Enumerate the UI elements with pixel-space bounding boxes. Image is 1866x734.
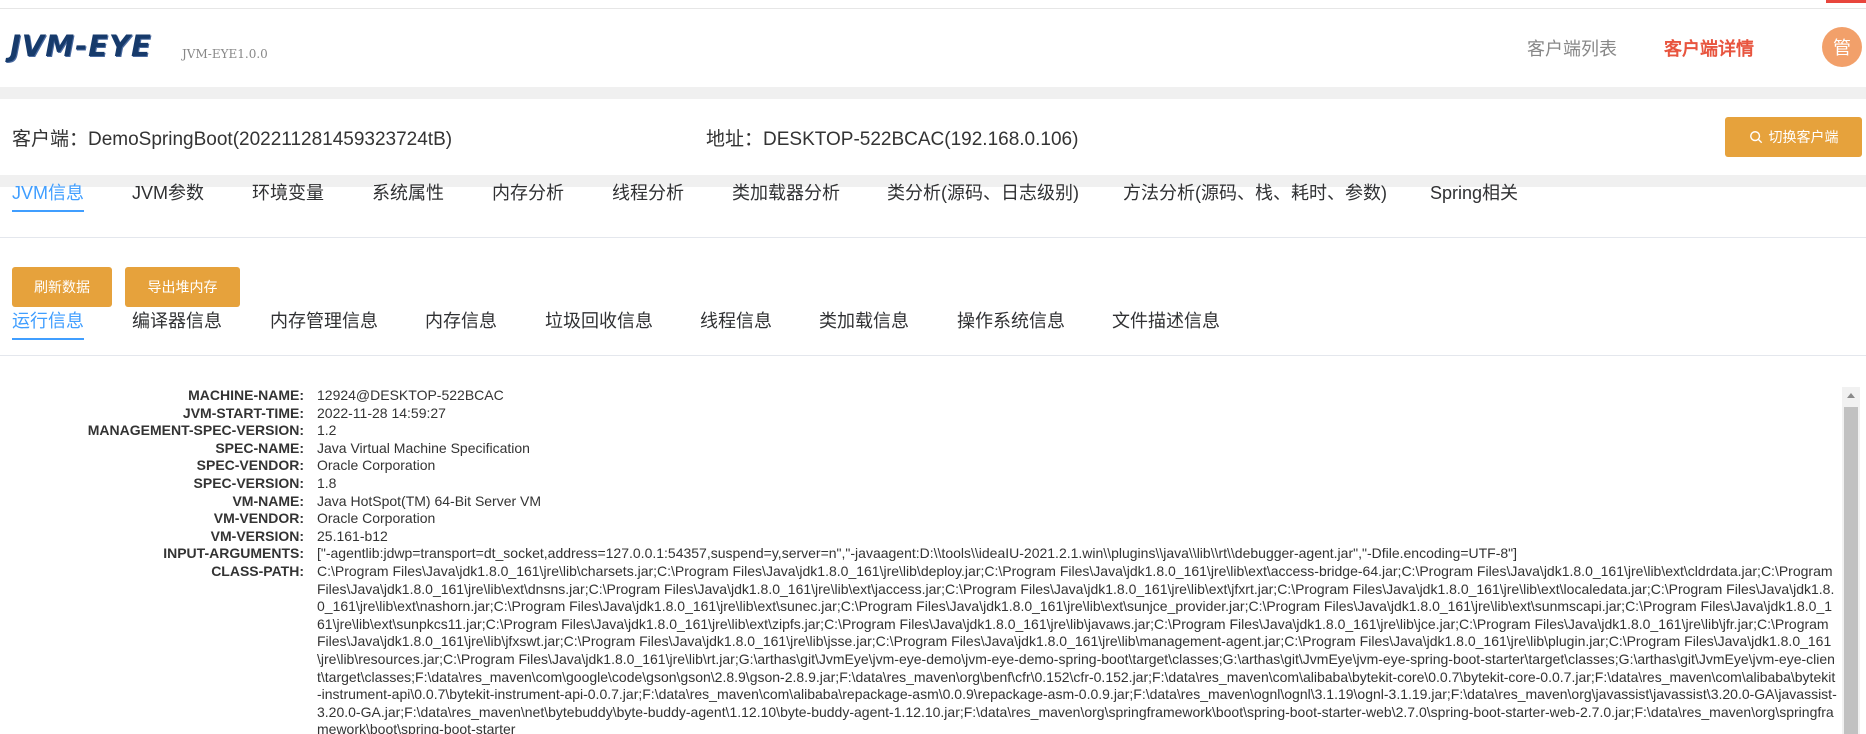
property-key: VM-VERSION: (210, 527, 304, 544)
top-accent-mark (1826, 0, 1866, 3)
switch-client-label: 切换客户端 (1768, 129, 1839, 145)
client-address: 地址：DESKTOP-522BCAC(192.168.0.106) (706, 129, 1079, 150)
property-value: 2022-11-28 14:59:27 (317, 404, 446, 421)
property-key: INPUT-ARGUMENTS: (163, 545, 304, 562)
property-key: SPEC-VENDOR: (196, 457, 304, 474)
property-value: Oracle Corporation (317, 457, 436, 474)
subtab-file-descriptor[interactable]: 文件描述信息 (1112, 307, 1220, 333)
property-value: 1.2 (317, 422, 337, 439)
property-key: CLASS-PATH: (211, 562, 304, 579)
property-value: C:\Program Files\Java\jdk1.8.0_161\jre\l… (317, 562, 1837, 734)
property-value: ["-agentlib:jdwp=transport=dt_socket,add… (317, 545, 1518, 562)
subtab-classloading[interactable]: 类加载信息 (819, 307, 909, 333)
property-row: VM-VENDOR: Oracle Corporation (0, 510, 1838, 528)
top-strip (0, 0, 1866, 9)
nav-client-list[interactable]: 客户端列表 (1527, 35, 1617, 61)
property-row: INPUT-ARGUMENTS: ["-agentlib:jdwp=transpo… (0, 545, 1838, 563)
subtab-memory-management[interactable]: 内存管理信息 (270, 307, 378, 333)
subtab-memory[interactable]: 内存信息 (425, 307, 497, 333)
properties-scrollbar[interactable] (1842, 387, 1860, 734)
avatar[interactable]: 管 (1822, 27, 1862, 67)
app-header: JVM-EYE JVM-EYE1.0.0 客户端列表 客户端详情 管 (0, 9, 1866, 87)
property-row: CLASS-PATH: C:\Program Files\Java\jdk1.8.… (0, 563, 1838, 734)
subtab-runtime[interactable]: 运行信息 (12, 307, 84, 340)
property-value: Oracle Corporation (317, 510, 436, 527)
tab-system-props[interactable]: 系统属性 (372, 179, 444, 205)
property-key: SPEC-NAME: (215, 439, 304, 456)
property-key: SPEC-VERSION: (193, 474, 304, 491)
property-row: SPEC-NAME: Java Virtual Machine Specifica… (0, 440, 1838, 458)
property-value: 12924@DESKTOP-522BCAC (317, 387, 504, 403)
tab-jvm-info[interactable]: JVM信息 (12, 179, 84, 212)
switch-client-button[interactable]: 切换客户端 (1725, 117, 1862, 157)
property-row: MANAGEMENT-SPEC-VERSION: 1.2 (0, 422, 1838, 440)
app-version: JVM-EYE1.0.0 (182, 47, 268, 61)
client-info-bar: 客户端：DemoSpringBoot(202211281459323724tB)… (0, 99, 1866, 175)
tab-method-analysis[interactable]: 方法分析(源码、栈、耗时、参数) (1123, 179, 1387, 205)
tab-spring[interactable]: Spring相关 (1430, 179, 1518, 205)
tab-env-vars[interactable]: 环境变量 (252, 179, 324, 205)
property-value: 1.8 (317, 474, 337, 491)
client-name: 客户端：DemoSpringBoot(202211281459323724tB) (12, 129, 453, 150)
property-key: MANAGEMENT-SPEC-VERSION: (87, 422, 304, 439)
property-value: Java Virtual Machine Specification (317, 439, 530, 456)
subtab-thread[interactable]: 线程信息 (700, 307, 772, 333)
subtab-compiler[interactable]: 编译器信息 (132, 307, 222, 333)
property-key: JVM-START-TIME: (182, 404, 304, 421)
scroll-up-arrow[interactable] (1847, 393, 1855, 398)
nav-client-detail[interactable]: 客户端详情 (1664, 35, 1754, 61)
runtime-properties: MACHINE-NAME: 12924@DESKTOP-522BCAC JVM-S… (0, 387, 1838, 734)
property-row: SPEC-VENDOR: Oracle Corporation (0, 457, 1838, 475)
property-row: MACHINE-NAME: 12924@DESKTOP-522BCAC (0, 387, 1838, 405)
property-key: VM-VENDOR: (213, 510, 304, 527)
tab-classloader-analysis[interactable]: 类加载器分析 (732, 179, 840, 205)
scroll-thumb[interactable] (1844, 407, 1858, 734)
tab-memory-analysis[interactable]: 内存分析 (492, 179, 564, 205)
app-logo: JVM-EYE (10, 29, 152, 63)
subtab-os[interactable]: 操作系统信息 (957, 307, 1065, 333)
tab-jvm-params[interactable]: JVM参数 (132, 179, 204, 205)
main-tabs: JVM信息 JVM参数 环境变量 系统属性 内存分析 线程分析 类加载器分析 类… (0, 183, 1866, 238)
property-row: VM-VERSION: 25.161-b12 (0, 528, 1838, 546)
property-row: VM-NAME: Java HotSpot(TM) 64-Bit Server V… (0, 493, 1838, 511)
subtab-gc[interactable]: 垃圾回收信息 (545, 307, 653, 333)
property-key: MACHINE-NAME: (188, 387, 304, 403)
main-panel: JVM信息 JVM参数 环境变量 系统属性 内存分析 线程分析 类加载器分析 类… (0, 183, 1866, 734)
property-value: Java HotSpot(TM) 64-Bit Server VM (317, 492, 542, 509)
tab-class-analysis[interactable]: 类分析(源码、日志级别) (887, 179, 1079, 205)
property-key: VM-NAME: (232, 492, 304, 509)
property-row: SPEC-VERSION: 1.8 (0, 475, 1838, 493)
search-icon (1749, 131, 1762, 144)
refresh-button[interactable]: 刷新数据 (12, 267, 112, 307)
sub-tabs: 运行信息 编译器信息 内存管理信息 内存信息 垃圾回收信息 线程信息 类加载信息… (0, 307, 1866, 356)
property-value: 25.161-b12 (317, 527, 388, 544)
property-row: JVM-START-TIME: 2022-11-28 14:59:27 (0, 405, 1838, 423)
tab-thread-analysis[interactable]: 线程分析 (612, 179, 684, 205)
export-heap-button[interactable]: 导出堆内存 (125, 267, 240, 307)
